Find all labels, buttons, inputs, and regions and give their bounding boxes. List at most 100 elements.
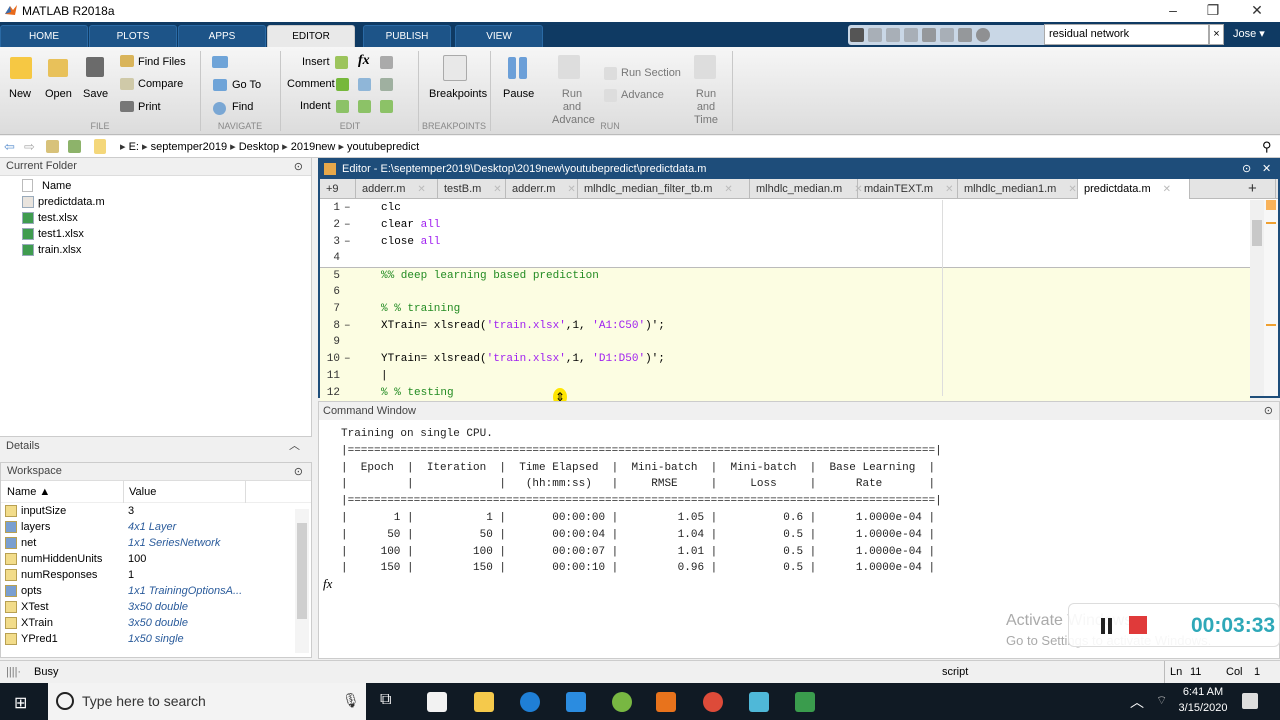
increase-indent-icon[interactable] <box>358 100 371 113</box>
cut-icon[interactable] <box>868 28 882 42</box>
close-tab-icon[interactable]: ✕ <box>945 184 953 195</box>
action-center-icon[interactable] <box>1242 693 1258 709</box>
run-and-time-button[interactable]: Run and Time <box>686 88 726 127</box>
line-number[interactable]: 5 <box>320 268 340 285</box>
show-hidden-icons[interactable]: ︿ <box>1130 692 1144 712</box>
find-files-button[interactable]: Find Files <box>138 56 186 68</box>
pause-button[interactable]: Pause <box>503 88 534 100</box>
task-view-icon[interactable]: ⧉ <box>380 691 391 709</box>
breakpoint-marker[interactable]: – <box>344 351 351 368</box>
file-item[interactable]: predictdata.m <box>0 194 311 210</box>
line-number[interactable]: 6 <box>320 284 340 301</box>
editor-tab[interactable]: testB.m ✕ <box>438 179 506 199</box>
redo-icon[interactable] <box>940 28 954 42</box>
save-icon[interactable] <box>850 28 864 42</box>
file-explorer-icon[interactable] <box>474 692 494 712</box>
chrome-icon[interactable] <box>703 692 723 712</box>
taskbar-search-input[interactable]: Type here to search <box>48 683 366 720</box>
fx-prompt-icon[interactable]: fx <box>323 576 332 592</box>
tab-editor[interactable]: EDITOR <box>267 25 355 47</box>
store-icon[interactable] <box>427 692 447 712</box>
workspace-variable[interactable]: XTest 3x50 double <box>1 599 311 615</box>
code-line[interactable]: 3– close all <box>320 234 1250 251</box>
close-tab-icon[interactable]: ✕ <box>1068 184 1076 195</box>
code-line[interactable]: 1– clc <box>320 200 1250 217</box>
line-number[interactable]: 3 <box>320 234 340 251</box>
matlab-taskbar-icon[interactable] <box>656 692 676 712</box>
warning-marker[interactable] <box>1266 222 1276 224</box>
tab-view[interactable]: VIEW <box>455 25 543 47</box>
goto-button[interactable]: Go To <box>232 79 261 91</box>
editor-tab[interactable]: mlhdlc_median.m ✕ <box>750 179 863 199</box>
up-folder-icon[interactable] <box>46 140 59 153</box>
print-button[interactable]: Print <box>138 101 161 113</box>
line-number[interactable]: 9 <box>320 334 340 351</box>
uncomment-icon[interactable] <box>358 78 371 91</box>
new-tab-button[interactable]: + <box>1242 179 1276 199</box>
comment-icon[interactable] <box>336 78 349 91</box>
cortana-icon[interactable] <box>56 692 74 710</box>
user-menu[interactable]: Jose ▾ <box>1233 27 1265 40</box>
name-column-header[interactable]: Name ▲ <box>7 486 50 498</box>
value-column-header[interactable]: Value <box>129 486 156 498</box>
breadcrumb-desktop[interactable]: Desktop <box>239 141 279 153</box>
tab-apps[interactable]: APPS <box>178 25 266 47</box>
recorder-pause-icon[interactable] <box>1101 618 1105 634</box>
clear-search-button[interactable]: × <box>1209 24 1224 45</box>
line-number[interactable]: 4 <box>320 250 340 267</box>
line-number[interactable]: 10 <box>320 351 340 368</box>
scrollbar-thumb[interactable] <box>297 523 307 619</box>
workspace-variable[interactable]: net 1x1 SeriesNetwork <box>1 535 311 551</box>
undo-icon[interactable] <box>922 28 936 42</box>
tab-home[interactable]: HOME <box>0 25 88 47</box>
close-tab-icon[interactable]: ✕ <box>417 184 425 195</box>
code-line[interactable]: 8– XTrain= xlsread('train.xlsx',1, 'A1:C5… <box>320 317 1250 335</box>
code-line[interactable]: 7 % % training <box>320 300 1250 318</box>
insert-local-function-icon[interactable] <box>380 56 393 69</box>
panel-menu-icon[interactable]: ⊙ <box>294 464 303 481</box>
insert-section-icon[interactable] <box>335 56 348 69</box>
editor-tab[interactable]: predictdata.m ✕ <box>1078 179 1190 199</box>
breakpoint-marker[interactable]: – <box>344 234 351 251</box>
new-button[interactable]: New <box>9 88 31 100</box>
warning-marker[interactable] <box>1266 324 1276 326</box>
browse-folder-icon[interactable] <box>68 140 81 153</box>
line-number[interactable]: 7 <box>320 301 340 318</box>
search-folder-icon[interactable]: ⚲ <box>1262 139 1272 155</box>
code-line[interactable]: 10– YTrain= xlsread('train.xlsx',1, 'D1:D… <box>320 351 1250 368</box>
utorrent-icon[interactable] <box>612 692 632 712</box>
breadcrumb-2019new[interactable]: 2019new <box>291 141 336 153</box>
workspace-variable[interactable]: numHiddenUnits 100 <box>1 551 311 567</box>
editor-close-icon[interactable]: ✕ <box>1262 160 1271 179</box>
line-number[interactable]: 1 <box>320 200 340 217</box>
breakpoint-marker[interactable]: – <box>344 217 351 234</box>
code-line[interactable]: 11 | <box>320 367 1250 385</box>
run-section-button[interactable]: Run Section <box>621 67 681 79</box>
editor-tab[interactable]: mlhdlc_median_filter_tb.m ✕ <box>578 179 750 199</box>
insert-function-button[interactable]: fx <box>358 53 370 69</box>
edge-icon[interactable] <box>520 692 540 712</box>
line-number[interactable]: 12 <box>320 385 340 402</box>
panel-menu-icon[interactable]: ⊙ <box>1264 402 1273 420</box>
paste-icon[interactable] <box>904 28 918 42</box>
file-item[interactable]: train.xlsx <box>0 242 311 258</box>
editor-tab[interactable]: adderr.m ✕ <box>356 179 438 199</box>
wrap-comments-icon[interactable] <box>380 78 393 91</box>
workspace-scrollbar[interactable] <box>295 509 309 653</box>
help-icon[interactable] <box>976 28 990 42</box>
find-button[interactable]: Find <box>232 101 253 113</box>
tab-publish[interactable]: PUBLISH <box>363 25 451 47</box>
documentation-search-input[interactable]: residual network <box>1044 24 1209 45</box>
collapse-icon[interactable]: ︿ <box>289 437 300 456</box>
breakpoints-button[interactable]: Breakpoints <box>429 88 487 100</box>
forward-icon[interactable]: ⇨ <box>24 139 35 155</box>
workspace-variable[interactable]: numResponses 1 <box>1 567 311 583</box>
workspace-variable[interactable]: XTrain 3x50 double <box>1 615 311 631</box>
details-panel[interactable]: Details ︿ <box>0 436 312 456</box>
line-number[interactable]: 8 <box>320 318 340 335</box>
back-arrow-icon[interactable] <box>212 56 228 68</box>
workspace-variable[interactable]: layers 4x1 Layer <box>1 519 311 535</box>
breakpoint-marker[interactable]: – <box>344 318 351 335</box>
close-tab-icon[interactable]: ✕ <box>1163 184 1171 195</box>
close-tab-icon[interactable]: ✕ <box>567 184 575 195</box>
